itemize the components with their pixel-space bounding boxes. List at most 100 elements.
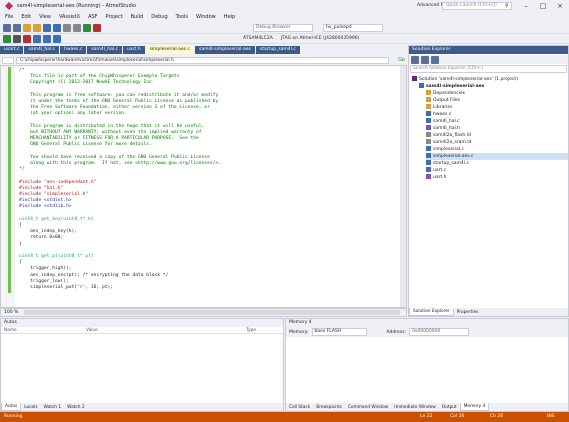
find-combo[interactable]: hv_pulsepd: [323, 23, 383, 32]
tree-item-4[interactable]: Libraries: [426, 104, 452, 111]
tree-item-6[interactable]: sam4l_hal.c: [426, 118, 460, 125]
redo-icon[interactable]: [73, 23, 81, 32]
autos-tab-2[interactable]: Watch 1: [41, 404, 64, 411]
tab-5[interactable]: simpleserial-aes.c: [145, 45, 195, 54]
tree-item-0[interactable]: Solution 'sam4l-simpleserial-aes' (1 pro…: [412, 76, 518, 83]
memory-tab-4[interactable]: Output: [439, 404, 460, 411]
tree-item-3[interactable]: Output Files: [426, 97, 460, 104]
save-icon[interactable]: [43, 23, 51, 32]
go-button[interactable]: Go: [398, 57, 405, 63]
tree-item-1[interactable]: sam4l-simpleserial-aes: [419, 83, 484, 90]
open-icon[interactable]: [33, 23, 41, 32]
tab-0[interactable]: usart.c: [0, 45, 24, 54]
autos-columns: Name Value Type: [1, 327, 283, 334]
code-line: */: [19, 167, 25, 173]
menu-asf[interactable]: ASF: [88, 14, 97, 20]
memory-tab-0[interactable]: Call Stack: [286, 404, 313, 411]
column-number: Col 26: [450, 414, 465, 419]
code-line: #include <stdlib.h>: [19, 204, 72, 210]
menu-tools[interactable]: Tools: [176, 14, 188, 20]
stop-icon[interactable]: [23, 34, 31, 43]
autos-tab-3[interactable]: Watch 2: [64, 404, 87, 411]
scope-dropdown[interactable]: [2, 57, 14, 64]
status-bar: Running Ln 22 Col 26 Ch 26 INS: [0, 412, 569, 422]
memory-tab-5[interactable]: Memory 4: [459, 403, 490, 411]
tab-7[interactable]: startup_sam4l.c: [255, 45, 300, 54]
refresh-icon[interactable]: [421, 55, 429, 64]
solution-tab-1[interactable]: Properties: [454, 309, 482, 316]
tree-item-13[interactable]: uart.c: [426, 167, 446, 174]
back-icon[interactable]: [3, 23, 11, 32]
tree-item-2[interactable]: Dependencies: [426, 90, 465, 97]
menu-vassistx[interactable]: VAssistX: [59, 14, 80, 20]
continue-icon[interactable]: [3, 34, 11, 43]
tab-6[interactable]: sam4l-simpleserial-aes: [195, 45, 255, 54]
menu-project[interactable]: Project: [106, 14, 123, 20]
solution-search-input[interactable]: Search Solution Explorer (Ctrl+;): [410, 65, 567, 73]
menu-view[interactable]: View: [39, 14, 51, 20]
tree-item-8[interactable]: sam4l2a_flash.ld: [426, 132, 471, 139]
close-button[interactable]: ×: [552, 0, 568, 12]
menu-build[interactable]: Build: [131, 14, 144, 20]
vertical-scrollbar[interactable]: [400, 66, 406, 307]
tree-item-12[interactable]: startup_sam4l.c: [426, 160, 469, 167]
collapse-all-icon[interactable]: [431, 55, 439, 64]
menu-edit[interactable]: Edit: [21, 14, 31, 20]
tree-item-14[interactable]: uart.h: [426, 174, 447, 181]
autos-tab-0[interactable]: Autos: [1, 403, 22, 411]
memory-tab-2[interactable]: Command Window: [345, 404, 391, 411]
home-icon[interactable]: [411, 55, 419, 64]
memory-select[interactable]: base FLASH: [311, 328, 367, 336]
pause-icon[interactable]: [13, 34, 21, 43]
toolbar: Debug Browser hv_pulsepd: [0, 22, 569, 34]
new-project-icon[interactable]: [23, 23, 31, 32]
menu-bar: File Edit View VAssistX ASF Project Build Debug…: [0, 12, 569, 22]
config-combo[interactable]: Debug Browser: [253, 23, 313, 32]
memory-tab-1[interactable]: Breakpoints: [313, 404, 345, 411]
tree-item-label: Output Files: [433, 98, 460, 103]
tab-1[interactable]: sam4l_hal.c: [24, 45, 60, 54]
tree-item-7[interactable]: sam4l_hal.h: [426, 125, 460, 132]
autos-tab-1[interactable]: Locals: [21, 404, 40, 411]
file-icon: [426, 132, 431, 137]
autos-column-value[interactable]: Value: [83, 328, 243, 333]
zoom-level[interactable]: 100 %: [1, 310, 18, 315]
address-input[interactable]: 0x00000000: [408, 328, 469, 336]
device-label[interactable]: ATSAM4LC2A: [243, 36, 273, 41]
save-all-icon[interactable]: [53, 23, 61, 32]
step-out-icon[interactable]: [53, 34, 61, 43]
menu-window[interactable]: Window: [196, 14, 216, 20]
step-over-icon[interactable]: [43, 34, 51, 43]
autos-column-type[interactable]: Type: [243, 328, 283, 333]
minimize-button[interactable]: –: [518, 0, 534, 12]
tree-item-9[interactable]: sam4l2a_sram.ld: [426, 139, 471, 146]
start-debugging-icon[interactable]: [83, 23, 91, 32]
tree-item-label: sam4l2a_sram.ld: [433, 140, 472, 145]
quick-launch-input[interactable]: Quick Launch (Ctrl+Q): [442, 2, 512, 10]
autos-column-name[interactable]: Name: [1, 328, 83, 333]
code-editor[interactable]: /* This file is part of the ChipWhispere…: [0, 65, 407, 308]
step-into-icon[interactable]: [33, 34, 41, 43]
undo-icon[interactable]: [63, 23, 71, 32]
tab-3[interactable]: sam4l_hal.c: [87, 45, 123, 54]
solution-explorer-toolbar: [409, 55, 568, 64]
file-icon: [426, 139, 431, 144]
menu-help[interactable]: Help: [224, 14, 235, 20]
tab-4[interactable]: uart.h: [123, 45, 145, 54]
solution-tab-0[interactable]: Solution Explorer: [409, 308, 454, 316]
forward-icon[interactable]: [13, 23, 21, 32]
memory-tab-3[interactable]: Immediate Window: [391, 404, 438, 411]
tree-item-5[interactable]: hwaes.c: [426, 111, 451, 118]
tree-item-11[interactable]: simpleserial-aes.c: [426, 153, 568, 160]
menu-file[interactable]: File: [5, 14, 13, 20]
horizontal-scrollbar[interactable]: [24, 310, 400, 315]
stop-debugging-icon[interactable]: [93, 23, 101, 32]
maximize-button[interactable]: □: [535, 0, 551, 12]
menu-debug[interactable]: Debug: [151, 14, 167, 20]
tab-2[interactable]: hwaes.c: [60, 45, 87, 54]
tree-item-label: sam4l2a_flash.ld: [433, 133, 471, 138]
tool-label[interactable]: JTAG on Atmel-ICE (J42800035996): [281, 36, 360, 41]
file-path-field[interactable]: C:\chipwhisperer\hardware\victims\firmwa…: [16, 57, 389, 64]
h-file-icon: [426, 125, 431, 130]
tree-item-10[interactable]: simpleserial.c: [426, 146, 464, 153]
